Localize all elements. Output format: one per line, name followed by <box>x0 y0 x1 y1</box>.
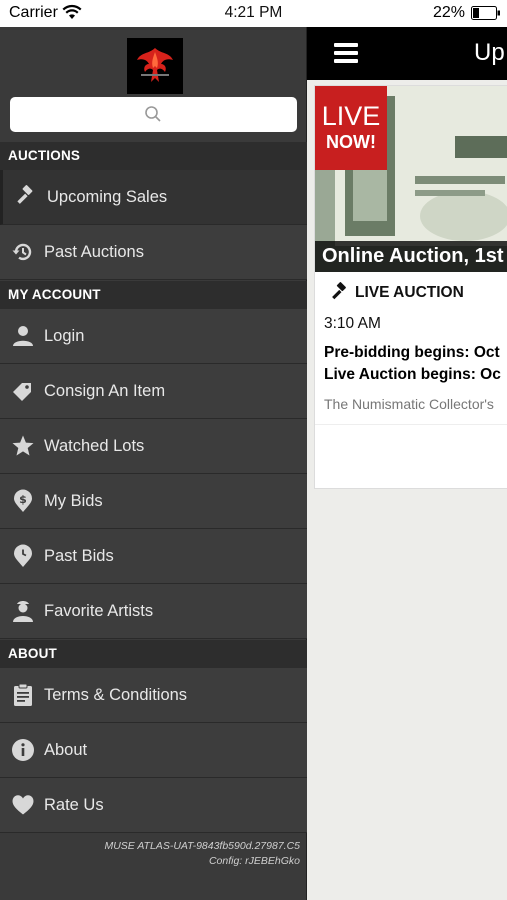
sidebar-item-label: Past Auctions <box>44 243 144 261</box>
sidebar-item-consign[interactable]: Consign An Item <box>0 364 307 419</box>
prebidding-text: Pre-bidding begins: Oct <box>324 344 500 361</box>
sidebar-item-upcoming-sales[interactable]: Upcoming Sales <box>0 170 307 225</box>
build-version: MUSE ATLAS-UAT-9843fb590d.27987.C5 <box>104 840 300 852</box>
search-icon <box>144 105 162 128</box>
auction-banner-image: LIVE NOW! Online Auction, 1st <box>315 86 507 272</box>
app-logo <box>127 38 183 94</box>
section-my-account: MY ACCOUNT <box>0 281 307 309</box>
sidebar-item-label: Upcoming Sales <box>47 188 168 206</box>
gavel-icon <box>14 185 38 209</box>
sidebar-item-label: Rate Us <box>44 796 104 814</box>
artist-icon <box>11 599 35 623</box>
clock: 4:21 PM <box>224 4 283 21</box>
sidebar-item-label: My Bids <box>44 492 103 510</box>
star-icon <box>11 434 35 458</box>
build-info: MUSE ATLAS-UAT-9843fb590d.27987.C5 Confi… <box>0 839 300 869</box>
main-content: Up LIVE NOW! Online Auction, 1st LIVE AU… <box>307 27 507 900</box>
sidebar-item-label: Watched Lots <box>44 437 145 455</box>
sidebar-item-login[interactable]: Login <box>0 309 307 364</box>
battery-percent: 22% <box>432 4 465 21</box>
menu-icon[interactable] <box>334 43 358 63</box>
sidebar-item-favorite-artists[interactable]: Favorite Artists <box>0 584 307 639</box>
live-now-badge: LIVE NOW! <box>315 86 387 170</box>
sidebar-item-my-bids[interactable]: $ My Bids <box>0 474 307 529</box>
sidebar-item-past-bids[interactable]: Past Bids <box>0 529 307 584</box>
sidebar-item-label: Terms & Conditions <box>44 686 188 704</box>
auction-time: 3:10 AM <box>324 315 381 332</box>
live-badge-line1: LIVE <box>321 101 381 131</box>
top-nav-bar: Up <box>307 27 507 80</box>
sidebar-item-label: About <box>44 741 88 759</box>
sidebar-item-label: Past Bids <box>44 547 114 565</box>
clock-pin-icon <box>11 544 35 568</box>
sidebar-item-past-auctions[interactable]: Past Auctions <box>0 225 307 280</box>
clipboard-icon <box>11 683 35 707</box>
auction-title: Online Auction, 1st <box>315 241 507 272</box>
sidebar-item-terms[interactable]: Terms & Conditions <box>0 668 307 723</box>
svg-text:$: $ <box>19 493 27 506</box>
build-config: Config: rJEBEhGko <box>208 855 300 867</box>
person-icon <box>11 324 35 348</box>
section-auctions: AUCTIONS <box>0 142 307 170</box>
side-drawer: AUCTIONS Upcoming Sales Past Auctions MY… <box>0 27 307 900</box>
sidebar-item-about[interactable]: About <box>0 723 307 778</box>
heart-icon <box>11 793 35 817</box>
auction-card[interactable]: LIVE NOW! Online Auction, 1st LIVE AUCTI… <box>314 85 507 489</box>
sidebar-item-label: Consign An Item <box>44 382 166 400</box>
sidebar-item-label: Favorite Artists <box>44 602 154 620</box>
tag-icon <box>11 379 35 403</box>
divider <box>315 424 507 425</box>
page-title: Up <box>474 39 505 66</box>
sidebar-item-rate-us[interactable]: Rate Us <box>0 778 307 833</box>
gavel-icon <box>329 282 351 309</box>
status-bar: Carrier 4:21 PM 22% <box>0 0 507 27</box>
live-begins-text: Live Auction begins: Oc <box>324 366 501 383</box>
section-about: ABOUT <box>0 640 307 668</box>
sidebar-item-label: Login <box>44 327 85 345</box>
live-auction-label: LIVE AUCTION <box>329 282 464 302</box>
info-icon <box>11 738 35 762</box>
dollar-pin-icon: $ <box>11 489 35 513</box>
auction-description: The Numismatic Collector's <box>324 396 494 412</box>
live-badge-line2: NOW! <box>326 132 376 152</box>
history-icon <box>11 240 35 264</box>
search-input[interactable] <box>10 97 297 132</box>
sidebar-item-watched-lots[interactable]: Watched Lots <box>0 419 307 474</box>
battery-icon <box>471 6 501 25</box>
